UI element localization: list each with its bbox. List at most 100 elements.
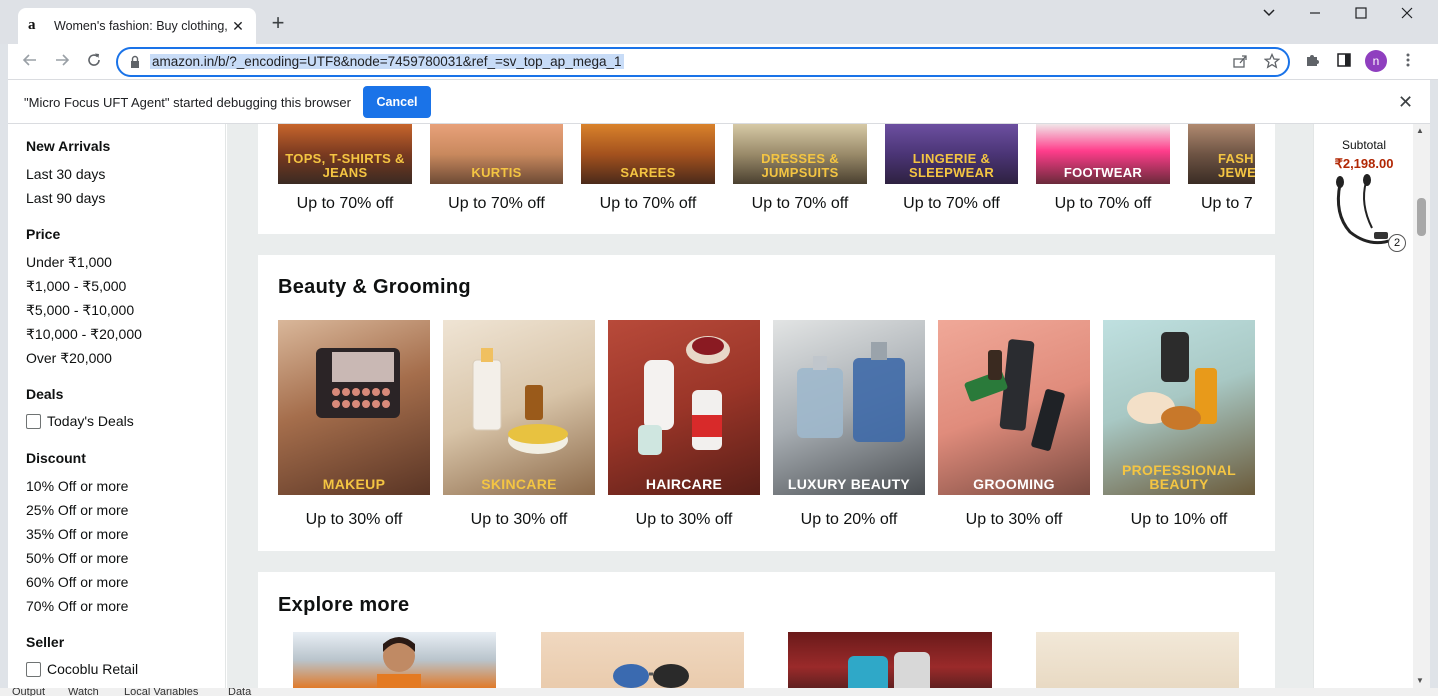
category-tile-lingerie[interactable]: LINGERIE & SLEEPWEAR xyxy=(885,124,1018,184)
cocoblu-checkbox[interactable] xyxy=(26,661,41,677)
cocoblu-label[interactable]: Cocoblu Retail xyxy=(47,661,138,677)
browser-tab-strip: a Women's fashion: Buy clothing, f ✕ + xyxy=(0,0,1438,44)
filter-last-90-days[interactable]: Last 90 days xyxy=(26,190,105,206)
cart-panel: Subtotal ₹2,198.00 2 xyxy=(1313,124,1413,688)
lock-icon[interactable] xyxy=(128,55,142,69)
filter-price-5000-10000[interactable]: ₹5,000 - ₹10,000 xyxy=(26,302,134,319)
scroll-thumb[interactable] xyxy=(1417,198,1426,236)
tab-search-icon[interactable] xyxy=(1255,6,1283,26)
filter-price-1000-5000[interactable]: ₹1,000 - ₹5,000 xyxy=(26,278,126,295)
filter-discount-50[interactable]: 50% Off or more xyxy=(26,550,128,566)
extensions-icon[interactable] xyxy=(1302,52,1322,72)
beauty-tile-makeup[interactable]: MAKEUP xyxy=(278,320,430,495)
tab-watch[interactable]: Watch xyxy=(68,688,99,696)
offer-text[interactable]: Up to 70% off xyxy=(1036,195,1170,213)
filter-sidebar: New Arrivals Last 30 days Last 90 days P… xyxy=(8,124,226,688)
filter-heading-seller: Seller xyxy=(26,634,65,650)
back-icon[interactable] xyxy=(18,50,42,74)
infobar-message: "Micro Focus UFT Agent" started debuggin… xyxy=(24,95,351,110)
beauty-tile-skincare[interactable]: SKINCARE xyxy=(443,320,595,495)
page-scrollbar[interactable]: ▲ ▼ xyxy=(1413,124,1430,688)
infobar-close-icon[interactable]: ✕ xyxy=(1398,92,1413,113)
offer-text[interactable]: Up to 20% off xyxy=(773,511,925,529)
profile-avatar[interactable]: n xyxy=(1365,50,1387,72)
forward-icon[interactable] xyxy=(50,50,74,74)
explore-tile-2[interactable] xyxy=(541,632,744,688)
explore-more-card: Explore more xyxy=(258,572,1275,688)
category-tile-sarees[interactable]: SAREES xyxy=(581,124,715,184)
fashion-category-card: TOPS, T-SHIRTS & JEANS KURTIS SAREES DRE… xyxy=(258,124,1275,234)
cancel-button[interactable]: Cancel xyxy=(363,86,431,118)
tile-label: TOPS, T-SHIRTS & JEANS xyxy=(285,151,405,180)
offer-text[interactable]: Up to 10% off xyxy=(1103,511,1255,529)
scroll-down-icon[interactable]: ▼ xyxy=(1416,676,1424,685)
offer-text[interactable]: Up to 70% off xyxy=(885,195,1018,213)
tab-data[interactable]: Data xyxy=(228,688,251,696)
filter-heading-deals: Deals xyxy=(26,386,64,402)
window-close-icon[interactable] xyxy=(1393,6,1421,26)
beauty-tile-professional-beauty[interactable]: PROFESSIONAL BEAUTY xyxy=(1103,320,1255,495)
filter-discount-25[interactable]: 25% Off or more xyxy=(26,502,128,518)
offer-text[interactable]: Up to 30% off xyxy=(443,511,595,529)
scroll-up-icon[interactable]: ▲ xyxy=(1416,126,1424,135)
offer-text[interactable]: Up to 70% off xyxy=(430,195,563,213)
tile-label: DRESSES & JUMPSUITS xyxy=(761,151,839,180)
offer-text[interactable]: Up to 70% off xyxy=(278,195,412,213)
subtotal-label: Subtotal xyxy=(1341,138,1387,152)
todays-deals-checkbox[interactable] xyxy=(26,413,41,429)
filter-discount-60[interactable]: 60% Off or more xyxy=(26,574,128,590)
category-tile-dresses[interactable]: DRESSES & JUMPSUITS xyxy=(733,124,867,184)
filter-price-10000-20000[interactable]: ₹10,000 - ₹20,000 xyxy=(26,326,142,343)
filter-heading-new-arrivals: New Arrivals xyxy=(26,138,111,154)
category-tile-jewellery[interactable]: FASH JEWEL xyxy=(1188,124,1255,184)
filter-price-over-20000[interactable]: Over ₹20,000 xyxy=(26,350,112,367)
beauty-tile-haircare[interactable]: HAIRCARE xyxy=(608,320,760,495)
star-icon[interactable] xyxy=(1262,52,1282,73)
filter-discount-35[interactable]: 35% Off or more xyxy=(26,526,128,542)
share-icon[interactable] xyxy=(1230,53,1250,73)
todays-deals-label[interactable]: Today's Deals xyxy=(47,413,134,429)
offer-text[interactable]: Up to 70% off xyxy=(733,195,867,213)
category-tile-tops[interactable]: TOPS, T-SHIRTS & JEANS xyxy=(278,124,412,184)
menu-icon[interactable] xyxy=(1398,52,1418,72)
offer-text[interactable]: Up to 30% off xyxy=(278,511,430,529)
url-text[interactable]: amazon.in/b/?_encoding=UTF8&node=7459780… xyxy=(150,54,624,69)
explore-tile-4[interactable] xyxy=(1036,632,1239,688)
side-panel-icon[interactable] xyxy=(1334,52,1354,72)
tile-label: FOOTWEAR xyxy=(1063,165,1143,180)
tab-local-variables[interactable]: Local Variables xyxy=(124,688,198,696)
tab-title: Women's fashion: Buy clothing, f xyxy=(54,19,230,33)
subtotal-value: ₹2,198.00 xyxy=(1334,156,1394,171)
browser-toolbar: amazon.in/b/?_encoding=UTF8&node=7459780… xyxy=(0,44,1438,80)
filter-discount-10[interactable]: 10% Off or more xyxy=(26,478,128,494)
beauty-tile-grooming[interactable]: GROOMING xyxy=(938,320,1090,495)
filter-last-30-days[interactable]: Last 30 days xyxy=(26,166,105,182)
offer-text[interactable]: Up to 30% off xyxy=(608,511,760,529)
filter-heading-price: Price xyxy=(26,226,61,242)
category-tile-kurtis[interactable]: KURTIS xyxy=(430,124,563,184)
explore-tile-1[interactable] xyxy=(293,632,496,688)
browser-tab[interactable]: a Women's fashion: Buy clothing, f ✕ xyxy=(18,8,256,44)
reload-icon[interactable] xyxy=(82,50,106,74)
tile-label: MAKEUP xyxy=(322,476,386,492)
offer-text[interactable]: Up to 30% off xyxy=(938,511,1090,529)
ide-bottom-panel: Output Watch Local Variables Data xyxy=(0,688,1438,696)
filter-price-under-1000[interactable]: Under ₹1,000 xyxy=(26,254,112,271)
offer-text[interactable]: Up to 7 xyxy=(1188,195,1255,213)
offer-text[interactable]: Up to 70% off xyxy=(581,195,715,213)
maximize-icon[interactable] xyxy=(1347,6,1375,26)
address-bar[interactable]: amazon.in/b/?_encoding=UTF8&node=7459780… xyxy=(116,47,1290,77)
beauty-tile-luxury-beauty[interactable]: LUXURY BEAUTY xyxy=(773,320,925,495)
beauty-section-title: Beauty & Grooming xyxy=(278,276,471,298)
explore-section-title: Explore more xyxy=(278,594,410,616)
category-tile-footwear[interactable]: FOOTWEAR xyxy=(1036,124,1170,184)
tab-output[interactable]: Output xyxy=(12,688,45,696)
filter-seller-cocoblu[interactable]: Cocoblu Retail xyxy=(26,661,138,677)
filter-todays-deals[interactable]: Today's Deals xyxy=(26,413,134,429)
minimize-icon[interactable] xyxy=(1301,6,1329,26)
tab-close-icon[interactable]: ✕ xyxy=(230,18,246,35)
new-tab-button[interactable]: + xyxy=(266,12,290,34)
tile-label: SKINCARE xyxy=(481,476,557,492)
filter-discount-70[interactable]: 70% Off or more xyxy=(26,598,128,614)
explore-tile-3[interactable] xyxy=(788,632,992,688)
